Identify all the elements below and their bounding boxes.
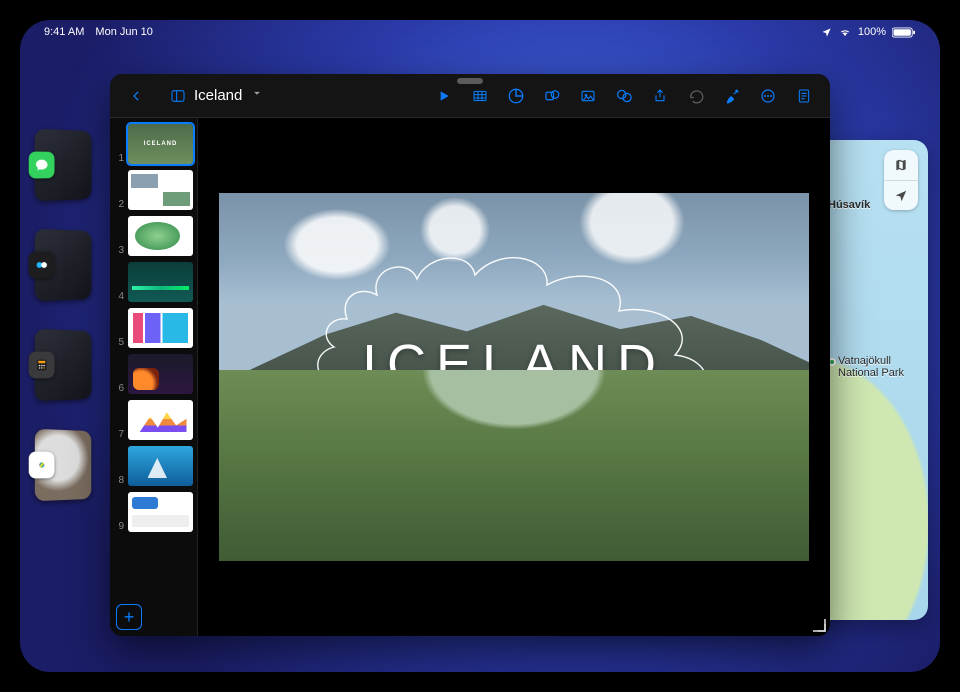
window-grab-pill-icon[interactable] (457, 78, 483, 84)
stage-app-photos[interactable] (35, 429, 91, 501)
share-button[interactable] (644, 80, 676, 112)
back-button[interactable] (120, 80, 152, 112)
slide-number: 2 (114, 200, 124, 210)
maps-locate-icon[interactable] (884, 180, 918, 210)
maps-mode-icon[interactable] (884, 150, 918, 180)
slide-number: 1 (114, 154, 124, 164)
status-date: Mon Jun 10 (95, 26, 152, 38)
slide-canvas[interactable]: ICELAND GEOGRAPHY FIELD TRIP (198, 118, 830, 636)
document-title: Iceland (194, 87, 242, 104)
photos-icon (29, 451, 55, 478)
slide-number: 5 (114, 338, 124, 348)
slide-thumb-2[interactable] (128, 170, 193, 210)
wifi-icon (838, 27, 852, 38)
comment-button[interactable] (608, 80, 640, 112)
add-slide-button[interactable]: + (116, 604, 142, 630)
slide-content[interactable]: ICELAND GEOGRAPHY FIELD TRIP (219, 193, 809, 561)
animate-button[interactable] (716, 80, 748, 112)
slide-thumb-5[interactable] (128, 308, 193, 348)
location-icon (821, 27, 832, 38)
stage-manager-strip (28, 130, 100, 500)
play-button[interactable] (428, 80, 460, 112)
insert-shape-button[interactable] (536, 80, 568, 112)
slide-navigator[interactable]: 1 2 3 4 5 6 7 8 9 + (110, 118, 198, 636)
battery-pct: 100% (858, 26, 886, 38)
status-time: 9:41 AM (44, 26, 84, 38)
ipad-screen: 9:41 AM Mon Jun 10 100% (20, 20, 940, 672)
maps-label-vatnajokull: Vatnajökull National Park (838, 355, 928, 379)
slide-thumb-6[interactable] (128, 354, 193, 394)
sidebar-toggle-button[interactable] (162, 80, 194, 112)
slide-thumb-3[interactable] (128, 216, 193, 256)
slide-thumb-4[interactable] (128, 262, 193, 302)
insert-media-button[interactable] (572, 80, 604, 112)
maps-label-husavik: Húsavík (828, 199, 870, 211)
calculator-icon (29, 351, 55, 378)
slide-number: 7 (114, 430, 124, 440)
battery-icon (892, 27, 916, 38)
status-bar: 9:41 AM Mon Jun 10 100% (20, 20, 940, 42)
slide-number: 9 (114, 522, 124, 532)
slide-subtitle[interactable]: GEOGRAPHY FIELD TRIP (219, 406, 809, 420)
translate-icon (29, 251, 55, 278)
stage-app-facetime[interactable] (35, 229, 91, 301)
maps-controls (884, 150, 918, 210)
slide-number: 3 (114, 246, 124, 256)
slide-thumb-1[interactable] (128, 124, 193, 164)
slide-number: 8 (114, 476, 124, 486)
insert-chart-button[interactable] (500, 80, 532, 112)
slide-title[interactable]: ICELAND (219, 333, 809, 395)
stage-app-calculator[interactable] (35, 329, 91, 401)
insert-table-button[interactable] (464, 80, 496, 112)
format-button[interactable] (752, 80, 784, 112)
keynote-window[interactable]: Iceland (110, 74, 830, 636)
slide-thumb-7[interactable] (128, 400, 193, 440)
slide-thumb-8[interactable] (128, 446, 193, 486)
messages-icon (29, 151, 55, 178)
stage-app-safari-notes[interactable] (35, 129, 91, 201)
slide-thumb-9[interactable] (128, 492, 193, 532)
slide-number: 6 (114, 384, 124, 394)
title-chevron-icon[interactable] (250, 86, 264, 105)
slide-number: 4 (114, 292, 124, 302)
undo-button[interactable] (680, 80, 712, 112)
window-resize-handle-icon[interactable] (808, 614, 826, 632)
document-options-button[interactable] (788, 80, 820, 112)
